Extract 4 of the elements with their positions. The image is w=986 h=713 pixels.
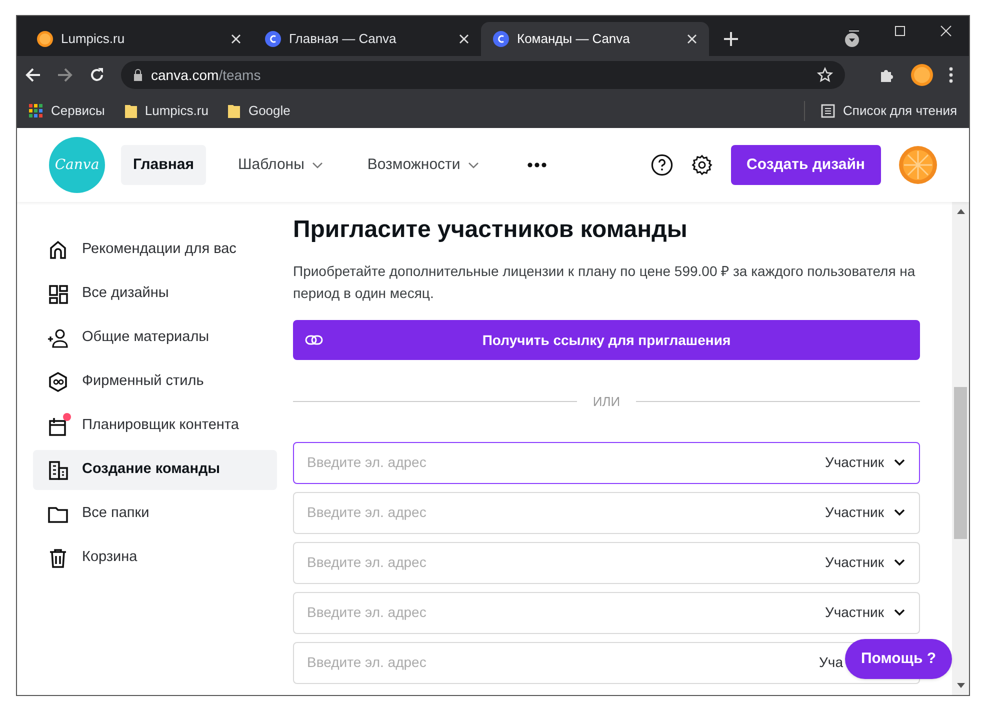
page-title: Пригласите участников команды	[293, 215, 688, 245]
url-text: canva.com/teams	[151, 66, 261, 84]
description-text: Приобретайте дополнительные лицензии к плану по цене 599.00 ₽ за каждого пользователя на период в один месяц.	[293, 262, 916, 303]
divider-text: ИЛИ	[592, 393, 620, 411]
